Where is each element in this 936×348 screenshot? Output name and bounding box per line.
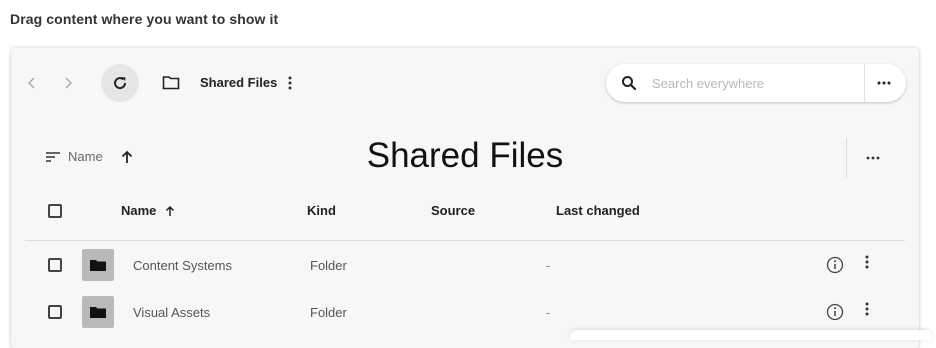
row-kind: Folder <box>310 258 347 273</box>
more-horizontal-icon <box>877 81 891 85</box>
breadcrumb-title[interactable]: Shared Files <box>200 75 277 90</box>
folder-icon <box>161 73 181 91</box>
header-divider <box>846 138 847 178</box>
row-checkbox[interactable] <box>48 258 62 272</box>
info-button[interactable] <box>826 303 844 321</box>
row-kind: Folder <box>310 305 347 320</box>
arrow-up-icon <box>166 205 175 216</box>
file-browser-panel: Shared Files Name Shared Files Name Kind… <box>11 48 919 348</box>
info-button[interactable] <box>826 256 844 274</box>
search-input[interactable] <box>652 75 852 91</box>
more-horizontal-icon <box>866 156 880 160</box>
page-title: Shared Files <box>366 136 564 175</box>
column-header-last-changed[interactable]: Last changed <box>556 203 640 218</box>
search-icon[interactable] <box>606 75 652 91</box>
header-options-button[interactable] <box>861 148 885 168</box>
info-icon <box>826 303 844 321</box>
drag-hint: Drag content where you want to show it <box>10 11 279 27</box>
table-divider <box>25 240 905 241</box>
forward-button[interactable] <box>59 72 77 94</box>
refresh-button[interactable] <box>101 64 139 102</box>
row-menu-button[interactable] <box>865 302 879 322</box>
column-name-label: Name <box>121 203 157 218</box>
more-vertical-icon <box>865 255 869 269</box>
popup-panel-edge <box>570 330 932 340</box>
folder-icon <box>90 307 106 318</box>
search-bar <box>606 64 906 102</box>
column-header-source[interactable]: Source <box>431 203 475 218</box>
column-header-name[interactable]: Name <box>121 203 175 218</box>
row-last-changed: - <box>546 258 551 273</box>
row-menu-button[interactable] <box>865 255 879 275</box>
chevron-left-icon <box>27 77 35 89</box>
row-last-changed: - <box>546 305 551 320</box>
refresh-icon <box>114 77 127 90</box>
more-vertical-icon <box>865 302 869 316</box>
folder-thumbnail <box>82 249 114 281</box>
folder-thumbnail <box>82 296 114 328</box>
row-name[interactable]: Content Systems <box>133 258 232 273</box>
search-options-button[interactable] <box>865 81 903 85</box>
back-button[interactable] <box>23 72 41 94</box>
row-name[interactable]: Visual Assets <box>133 305 210 320</box>
select-all-checkbox[interactable] <box>48 204 62 218</box>
folder-icon <box>90 260 106 271</box>
chevron-right-icon <box>65 77 73 89</box>
info-icon <box>826 256 844 274</box>
table-row[interactable]: Content Systems Folder - <box>11 249 919 295</box>
row-checkbox[interactable] <box>48 305 62 319</box>
more-vertical-icon <box>288 76 292 90</box>
breadcrumb-menu-button[interactable] <box>283 73 297 93</box>
column-header-kind[interactable]: Kind <box>307 203 336 218</box>
